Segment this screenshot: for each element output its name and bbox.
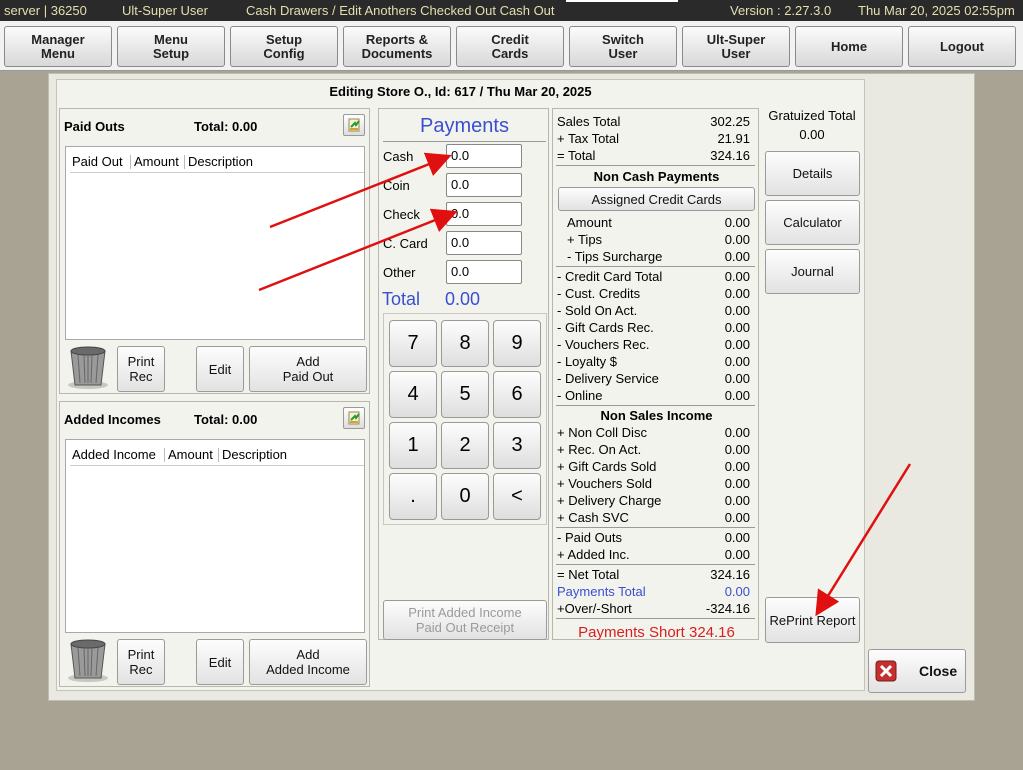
arrow-to-check: [258, 208, 458, 292]
annotation-arrows: [258, 152, 912, 617]
arrow-to-reprint: [815, 463, 912, 617]
arrow-to-cash: [269, 152, 452, 229]
